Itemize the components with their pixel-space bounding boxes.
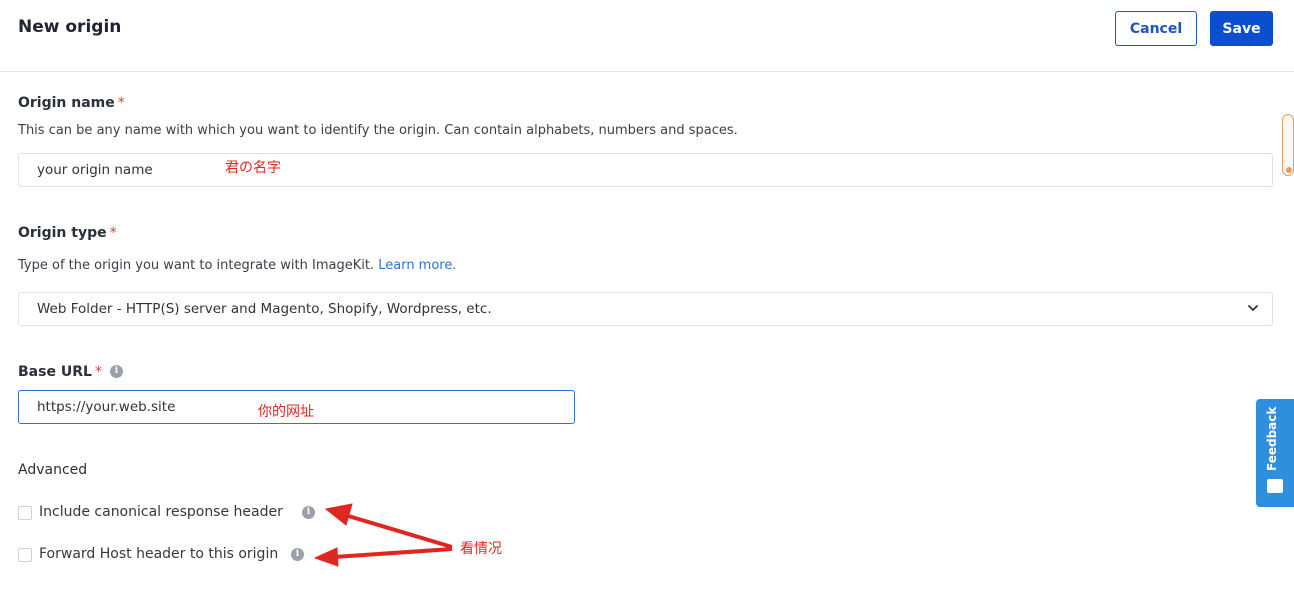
annotation-arrows — [313, 503, 453, 567]
scrollbar-thumb[interactable] — [1282, 114, 1294, 176]
scrollbar-dot — [1286, 167, 1292, 173]
feedback-tab[interactable]: Feedback — [1256, 399, 1294, 507]
advanced-annotation: 看情况 — [460, 541, 502, 557]
feedback-chat-icon — [1267, 479, 1283, 493]
feedback-label: Feedback — [1265, 406, 1279, 471]
arrow-to-canonical — [324, 503, 453, 549]
arrow-to-forward-host — [313, 547, 453, 567]
